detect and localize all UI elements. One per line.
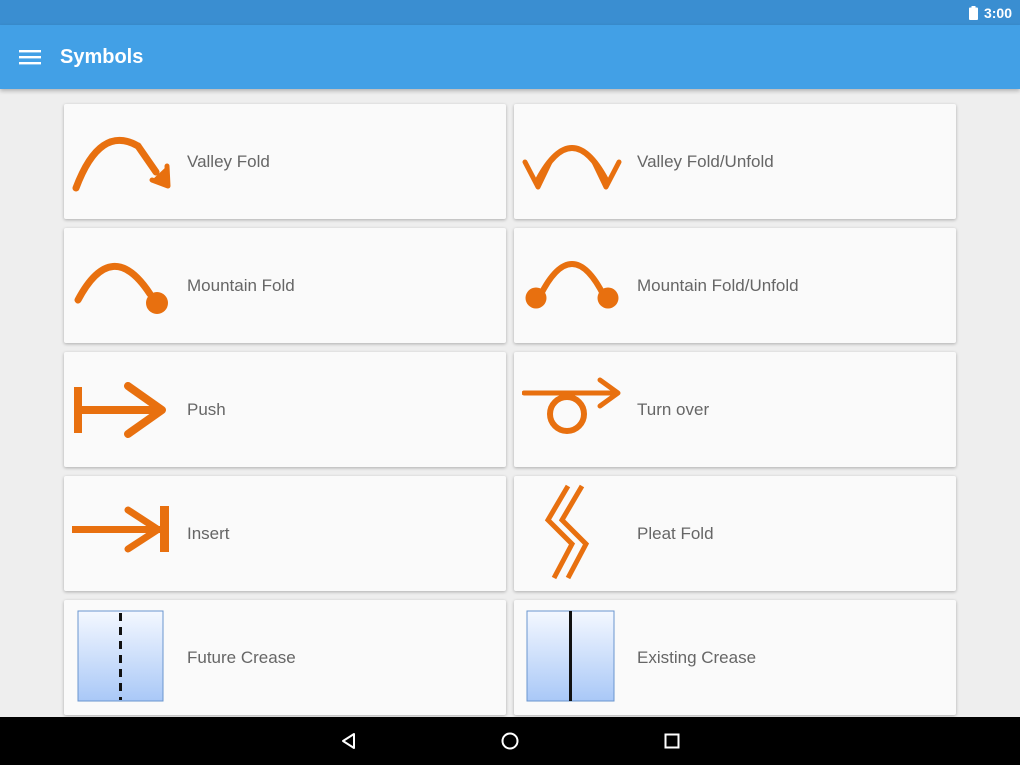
symbol-card-existing-crease[interactable]: Existing Crease [514,600,956,715]
turn-over-icon [522,377,621,434]
status-time: 3:00 [983,4,1012,21]
back-button[interactable] [329,721,369,761]
symbol-card-valley-fold[interactable]: Valley Fold [64,104,506,219]
symbol-card-pleat-fold[interactable]: Pleat Fold [514,476,956,591]
symbol-card-turn-over[interactable]: Turn over [514,352,956,467]
symbol-card-mountain-fold[interactable]: Mountain Fold [64,228,506,343]
symbol-label: Existing Crease [637,648,757,667]
valley-fold-icon [72,137,171,192]
insert-icon [72,506,169,553]
back-triangle-icon [342,733,355,749]
battery-full-icon [968,5,978,20]
symbol-label: Mountain Fold [187,276,295,295]
symbol-card-insert[interactable]: Insert [64,476,506,591]
push-icon [74,382,166,438]
symbol-label: Push [187,400,226,419]
symbol-label: Valley Fold [187,152,270,171]
symbol-card-future-crease[interactable]: Future Crease [64,600,506,715]
symbols-list[interactable]: Valley Fold Valley Fold/Unfold Mountain … [0,89,1020,717]
symbol-label: Future Crease [187,648,296,667]
symbol-label: Mountain Fold/Unfold [637,276,799,295]
symbol-card-valley-fold-unfold[interactable]: Valley Fold/Unfold [514,104,956,219]
menu-button[interactable] [10,37,50,77]
recents-button[interactable] [652,721,692,761]
future-crease-icon [77,610,164,702]
hamburger-menu-icon [19,50,41,65]
symbol-label: Valley Fold/Unfold [637,152,774,171]
page-title: Symbols [60,46,144,68]
valley-fold-unfold-icon [522,145,622,190]
home-circle-icon [501,732,519,750]
mountain-fold-icon [74,262,168,314]
symbol-label: Insert [187,524,230,543]
mountain-fold-unfold-icon [525,261,619,309]
existing-crease-icon [526,610,615,702]
recents-square-icon [664,733,680,749]
symbol-label: Pleat Fold [637,524,714,543]
symbol-card-push[interactable]: Push [64,352,506,467]
home-button[interactable] [490,721,530,761]
status-indicators: 3:00 [968,4,1012,21]
app-bar: Symbols [0,25,1020,89]
pleat-fold-icon [544,484,590,580]
symbol-label: Turn over [637,400,710,419]
symbol-card-mountain-fold-unfold[interactable]: Mountain Fold/Unfold [514,228,956,343]
system-nav-bar [0,717,1020,765]
status-bar: 3:00 [0,0,1020,25]
